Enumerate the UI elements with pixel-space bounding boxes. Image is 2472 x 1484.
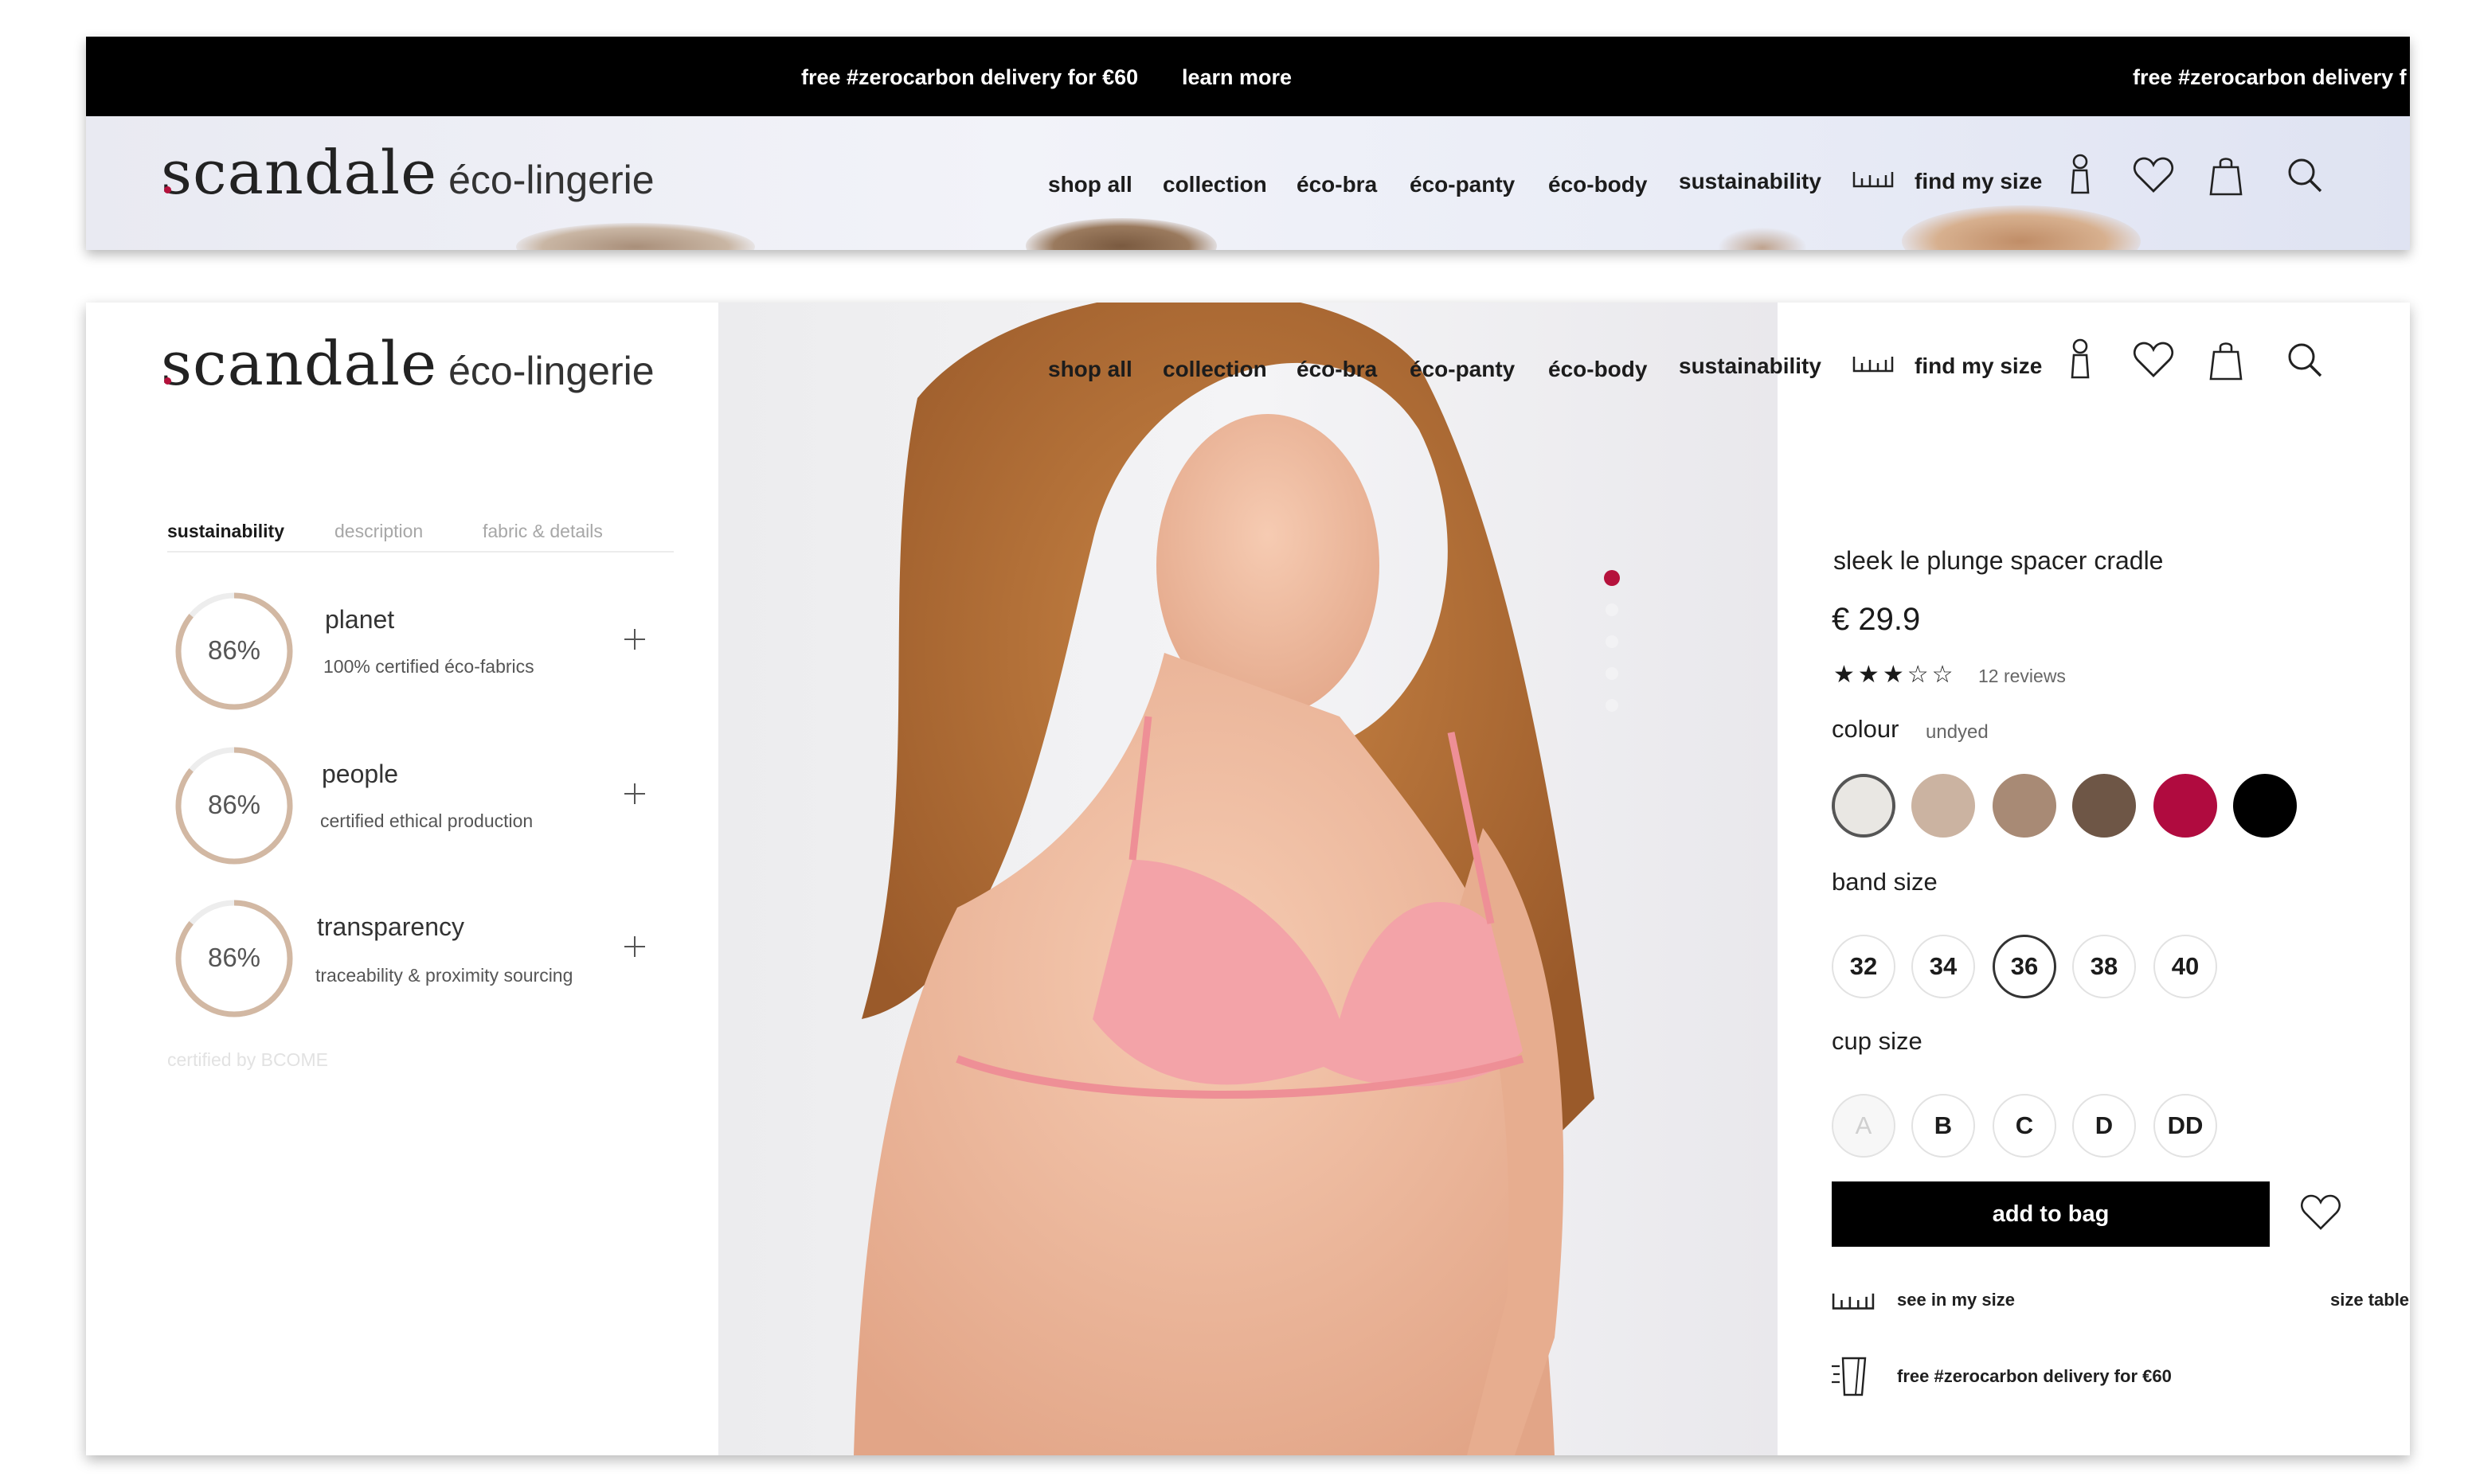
star-filled-icon[interactable]: ★ (1833, 662, 1858, 688)
announcement-promo-repeat: free #zerocarbon delivery f (2133, 65, 2407, 89)
colour-swatch-crimson[interactable] (2153, 774, 2217, 838)
band-size-32[interactable]: 32 (1832, 935, 1895, 998)
cup-size-b[interactable]: B (1911, 1094, 1975, 1158)
cup-size-a[interactable]: A (1832, 1094, 1895, 1158)
nav-item-eco-panty[interactable]: éco-panty (1410, 357, 1515, 382)
delivery-package-icon (1832, 1357, 1867, 1396)
metric-title: people (322, 760, 399, 788)
metric-title: planet (325, 605, 395, 634)
nav-item-sustainability[interactable]: sustainability (1679, 169, 1821, 194)
announcement-learn-more-link[interactable]: learn more (1182, 65, 1292, 90)
star-empty-icon[interactable]: ☆ (1907, 662, 1932, 688)
metric-subtitle: traceability & proximity sourcing (315, 965, 573, 986)
band-size-label: band size (1832, 868, 1938, 896)
header-preview: free #zerocarbon delivery for €60 learn … (86, 37, 2410, 250)
metric-title: transparency (317, 912, 464, 941)
nav-item-shop-all[interactable]: shop all (1048, 172, 1132, 197)
size-table-link[interactable]: size table (2330, 1290, 2409, 1310)
metric-value: 86% (207, 790, 261, 819)
product-price: € 29.9 (1832, 602, 1921, 637)
add-to-bag-button[interactable]: add to bag (1832, 1181, 2270, 1247)
metric-value: 86% (207, 943, 261, 972)
nav-item-eco-body[interactable]: éco-body (1548, 357, 1647, 382)
cup-size-dd[interactable]: DD (2153, 1094, 2217, 1158)
nav-item-collection[interactable]: collection (1163, 172, 1267, 197)
product-name: sleek le plunge spacer cradle (1833, 546, 2164, 575)
see-in-my-size-link[interactable]: see in my size (1897, 1290, 2015, 1310)
band-size-34[interactable]: 34 (1911, 935, 1975, 998)
metric-subtitle: 100% certified éco-fabrics (323, 656, 534, 677)
rating-stars[interactable]: ★★★☆☆ (1833, 661, 1957, 689)
expand-plus-icon[interactable] (624, 629, 645, 650)
nav-item-collection[interactable]: collection (1163, 357, 1267, 382)
colour-value: undyed (1926, 721, 1989, 743)
metric-people[interactable]: 86% people certified ethical production (174, 745, 672, 873)
account-icon[interactable] (2064, 153, 2096, 196)
carousel-dot-4[interactable] (1606, 667, 1618, 680)
nav-item-eco-panty[interactable]: éco-panty (1410, 172, 1515, 197)
ruler-icon (1832, 1293, 1875, 1310)
search-icon[interactable] (2286, 156, 2324, 194)
colour-swatch-undyed[interactable] (1832, 774, 1895, 838)
expand-plus-icon[interactable] (624, 783, 645, 804)
nav-item-eco-bra[interactable]: éco-bra (1297, 172, 1377, 197)
delivery-note: free #zerocarbon delivery for €60 (1897, 1366, 2172, 1386)
star-empty-icon[interactable]: ☆ (1932, 662, 1957, 688)
expand-plus-icon[interactable] (624, 936, 645, 957)
star-filled-icon[interactable]: ★ (1858, 662, 1883, 688)
carousel-dot-3[interactable] (1606, 635, 1618, 648)
carousel-dot-5[interactable] (1606, 699, 1618, 712)
model-illustration (854, 303, 1594, 1455)
product-details: sleek le plunge spacer cradle € 29.9 ★★★… (1778, 303, 2410, 1455)
ruler-icon[interactable] (1852, 166, 1894, 189)
colour-swatch-black[interactable] (2233, 774, 2297, 838)
metric-subtitle: certified ethical production (320, 810, 534, 831)
star-filled-icon[interactable]: ★ (1883, 662, 1907, 688)
main-nav: shop all collection éco-bra éco-panty éc… (86, 169, 2410, 204)
nav-item-eco-body[interactable]: éco-body (1548, 172, 1647, 197)
wishlist-heart-icon[interactable] (2300, 1193, 2341, 1232)
announcement-promo: free #zerocarbon delivery for €60 (801, 65, 1139, 89)
band-size-40[interactable]: 40 (2153, 935, 2217, 998)
product-photo (718, 303, 1778, 1455)
cup-size-c[interactable]: C (1993, 1094, 2056, 1158)
nav-find-my-size[interactable]: find my size (1915, 169, 2042, 194)
colour-swatch-brown[interactable] (2072, 774, 2136, 838)
tab-description[interactable]: description (334, 521, 423, 542)
reviews-link[interactable]: 12 reviews (1978, 666, 2066, 687)
nav-item-shop-all[interactable]: shop all (1048, 357, 1132, 382)
cup-size-d[interactable]: D (2072, 1094, 2136, 1158)
tab-fabric-details[interactable]: fabric & details (483, 521, 603, 542)
band-size-36[interactable]: 36 (1993, 935, 2056, 998)
band-size-38[interactable]: 38 (2072, 935, 2136, 998)
metric-transparency[interactable]: 86% transparency traceability & proximit… (174, 898, 672, 1025)
cup-size-label: cup size (1832, 1027, 1922, 1055)
product-page: scandale éco-lingerie shop all collection… (86, 303, 2410, 1455)
wishlist-heart-icon[interactable] (2133, 156, 2174, 194)
colour-swatch-nude-light[interactable] (1911, 774, 1975, 838)
metric-planet[interactable]: 86% planet 100% certified éco-fabrics (174, 591, 672, 718)
colour-swatch-nude-medium[interactable] (1993, 774, 2056, 838)
announcement-bar: free #zerocarbon delivery for €60 learn … (86, 37, 2410, 116)
carousel-dot-1[interactable] (1604, 570, 1620, 586)
tab-sustainability[interactable]: sustainability (167, 521, 284, 542)
nav-item-eco-bra[interactable]: éco-bra (1297, 357, 1377, 382)
carousel-dot-2[interactable] (1606, 603, 1618, 616)
certified-by-text: certified by BCOME (167, 1049, 328, 1070)
info-tabs: sustainability description fabric & deta… (167, 521, 674, 553)
bag-icon[interactable] (2209, 154, 2243, 196)
metric-value: 86% (207, 635, 261, 665)
colour-label: colour (1832, 715, 1899, 743)
